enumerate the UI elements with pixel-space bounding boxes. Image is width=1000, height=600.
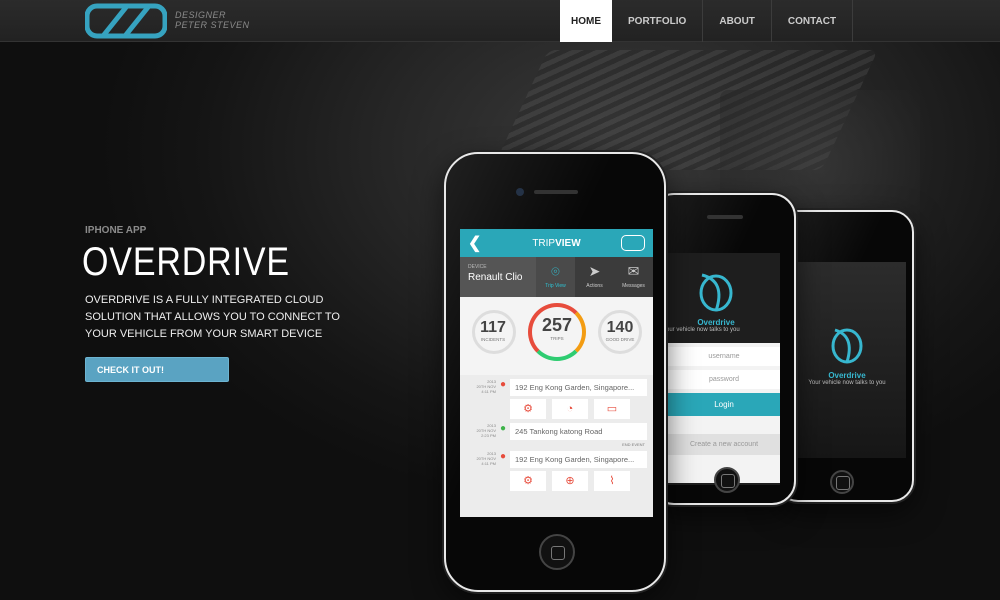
- tab-messages[interactable]: ✉ Messages: [614, 257, 653, 297]
- login-button[interactable]: Login: [668, 393, 780, 416]
- incidents-label: INCIDENTS: [480, 337, 506, 342]
- good-drive-label: GOOD DRIVE: [605, 337, 635, 342]
- list-item[interactable]: 2013 20TH NOV 2:23 PM ● 245 Tankong katong…: [466, 423, 647, 440]
- trip-view-screen: ❮ TRIP VIEW DEVICE Renault Clio ⌾ Trip Vi…: [460, 229, 653, 517]
- device-selector[interactable]: DEVICE Renault Clio: [460, 257, 536, 297]
- speedometer-icon: ◔: [552, 399, 588, 419]
- date-time: 2:23 PM: [481, 433, 496, 438]
- entry-date: 2013 20TH NOV 4:11 PM: [466, 451, 500, 491]
- tagline: our vehicle now talks to you: [666, 327, 740, 333]
- trips-stat: 257 TRIPS: [539, 315, 575, 341]
- car-icon[interactable]: [621, 235, 645, 251]
- entry-card: 192 Eng Kong Garden, Singapore... ⚙ ⊕ ⌇: [510, 451, 647, 491]
- good-drive-stat: 140 GOOD DRIVE: [602, 319, 638, 342]
- speaker: [707, 215, 743, 219]
- entry-date: 2013 20TH NOV 2:23 PM: [466, 423, 500, 440]
- tab-label: Trip View: [545, 283, 566, 289]
- username-input[interactable]: username: [668, 347, 780, 366]
- logo-icon[interactable]: [85, 3, 167, 39]
- nav-portfolio[interactable]: PORTFOLIO: [612, 0, 704, 42]
- phone-front: ❮ TRIP VIEW DEVICE Renault Clio ⌾ Trip Vi…: [444, 152, 666, 592]
- incidents-value: 117: [480, 319, 506, 336]
- navigate-icon: ➤: [588, 263, 601, 279]
- tab-label: Actions: [586, 283, 603, 289]
- home-button: [830, 470, 854, 494]
- entry-date: 2013 20TH NOV 4:11 PM: [466, 379, 500, 419]
- app-header: ❮ TRIP VIEW: [460, 229, 653, 257]
- hero-eyebrow: IPHONE APP: [85, 225, 147, 236]
- date-time: 4:11 PM: [481, 461, 496, 466]
- tab-label: Messages: [622, 283, 645, 289]
- exhaust-icon: ⌇: [594, 471, 630, 491]
- incidents-stat: 117 INCIDENTS: [478, 319, 508, 342]
- entry-card: 245 Tankong katong Road: [510, 423, 647, 440]
- device-value: Renault Clio: [468, 272, 523, 283]
- nav-home[interactable]: HOME: [560, 0, 612, 42]
- location-pin-icon: ⌾: [551, 263, 560, 279]
- trips-label: TRIPS: [550, 336, 564, 341]
- tab-trip-view[interactable]: ⌾ Trip View: [536, 257, 575, 297]
- entry-address: 192 Eng Kong Garden, Singapore...: [510, 379, 647, 396]
- nav-about[interactable]: ABOUT: [703, 0, 772, 42]
- engine-warning-icon: ⚙: [510, 471, 546, 491]
- end-event-label: END EVENT: [622, 442, 645, 447]
- red-pin-icon: ●: [500, 379, 507, 390]
- speaker: [534, 190, 578, 194]
- good-drive-value: 140: [606, 319, 634, 336]
- overdrive-logo-icon: [831, 328, 863, 364]
- list-item[interactable]: 2013 20TH NOV 4:11 PM ● 192 Eng Kong Garde…: [466, 379, 647, 419]
- stats-panel: 117 INCIDENTS 257 TRIPS 140 GOOD DRIVE: [460, 297, 653, 375]
- red-pin-icon: ●: [500, 451, 507, 462]
- nav-contact[interactable]: CONTACT: [772, 0, 854, 42]
- brand-name: Overdrive: [828, 371, 866, 380]
- login-screen: Overdrive our vehicle now talks to you u…: [652, 253, 780, 485]
- main-nav: HOME PORTFOLIO ABOUT CONTACT: [560, 0, 854, 42]
- logo-line-1: DESIGNER: [175, 10, 227, 20]
- brake-icon: ⊕: [552, 471, 588, 491]
- phone-middle: Overdrive our vehicle now talks to you u…: [650, 193, 796, 505]
- entry-card: 192 Eng Kong Garden, Singapore... ⚙ ◔ ▭: [510, 379, 647, 419]
- phone-back: Overdrive Your vehicle now talks to you: [776, 210, 914, 502]
- login-screen-back: Overdrive Your vehicle now talks to you: [788, 262, 906, 458]
- tagline: Your vehicle now talks to you: [808, 380, 886, 386]
- hero-title: OVERDRIVE: [82, 240, 290, 284]
- back-icon[interactable]: ❮: [468, 233, 481, 253]
- list-item[interactable]: 2013 20TH NOV 4:11 PM ● 192 Eng Kong Garde…: [466, 451, 647, 491]
- overdrive-logo-icon: [699, 273, 733, 312]
- check-it-out-button[interactable]: CHECK IT OUT!: [85, 357, 229, 382]
- entry-address: 192 Eng Kong Garden, Singapore...: [510, 451, 647, 468]
- app-tabs: DEVICE Renault Clio ⌾ Trip View ➤ Actions …: [460, 257, 653, 297]
- tab-actions[interactable]: ➤ Actions: [575, 257, 614, 297]
- camera: [516, 188, 524, 196]
- logo-line-2: PETER STEVEN: [175, 20, 250, 30]
- engine-warning-icon: ⚙: [510, 399, 546, 419]
- trip-feed: 2013 20TH NOV 4:11 PM ● 192 Eng Kong Garde…: [460, 375, 653, 517]
- device-label: DEVICE: [468, 264, 487, 270]
- logo-text: DESIGNER PETER STEVEN: [175, 10, 250, 30]
- header-title-a: TRIP: [532, 237, 556, 249]
- header-title-b: VIEW: [555, 237, 581, 249]
- brand-name: Overdrive: [697, 318, 735, 327]
- battery-icon: ▭: [594, 399, 630, 419]
- mail-icon: ✉: [627, 263, 640, 279]
- create-account-button[interactable]: Create a new account: [668, 434, 780, 455]
- date-time: 4:11 PM: [481, 389, 496, 394]
- home-button: [714, 467, 740, 493]
- password-input[interactable]: password: [668, 370, 780, 389]
- home-button: [539, 534, 575, 570]
- top-navigation-bar: DESIGNER PETER STEVEN HOME PORTFOLIO ABO…: [0, 0, 1000, 42]
- trips-value: 257: [541, 315, 573, 335]
- entry-address: 245 Tankong katong Road: [510, 423, 647, 440]
- hero-description: OVERDRIVE IS A FULLY INTEGRATED CLOUD SO…: [85, 294, 340, 340]
- green-pin-icon: ●: [500, 423, 507, 434]
